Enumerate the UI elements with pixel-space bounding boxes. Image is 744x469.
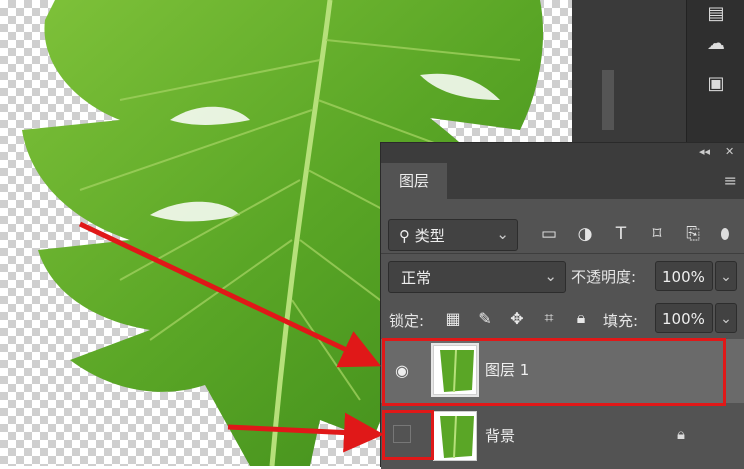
annotation-arrows	[78, 221, 384, 453]
arrow-to-layer-1	[78, 221, 382, 368]
arrow-to-visibility-box	[227, 412, 384, 453]
